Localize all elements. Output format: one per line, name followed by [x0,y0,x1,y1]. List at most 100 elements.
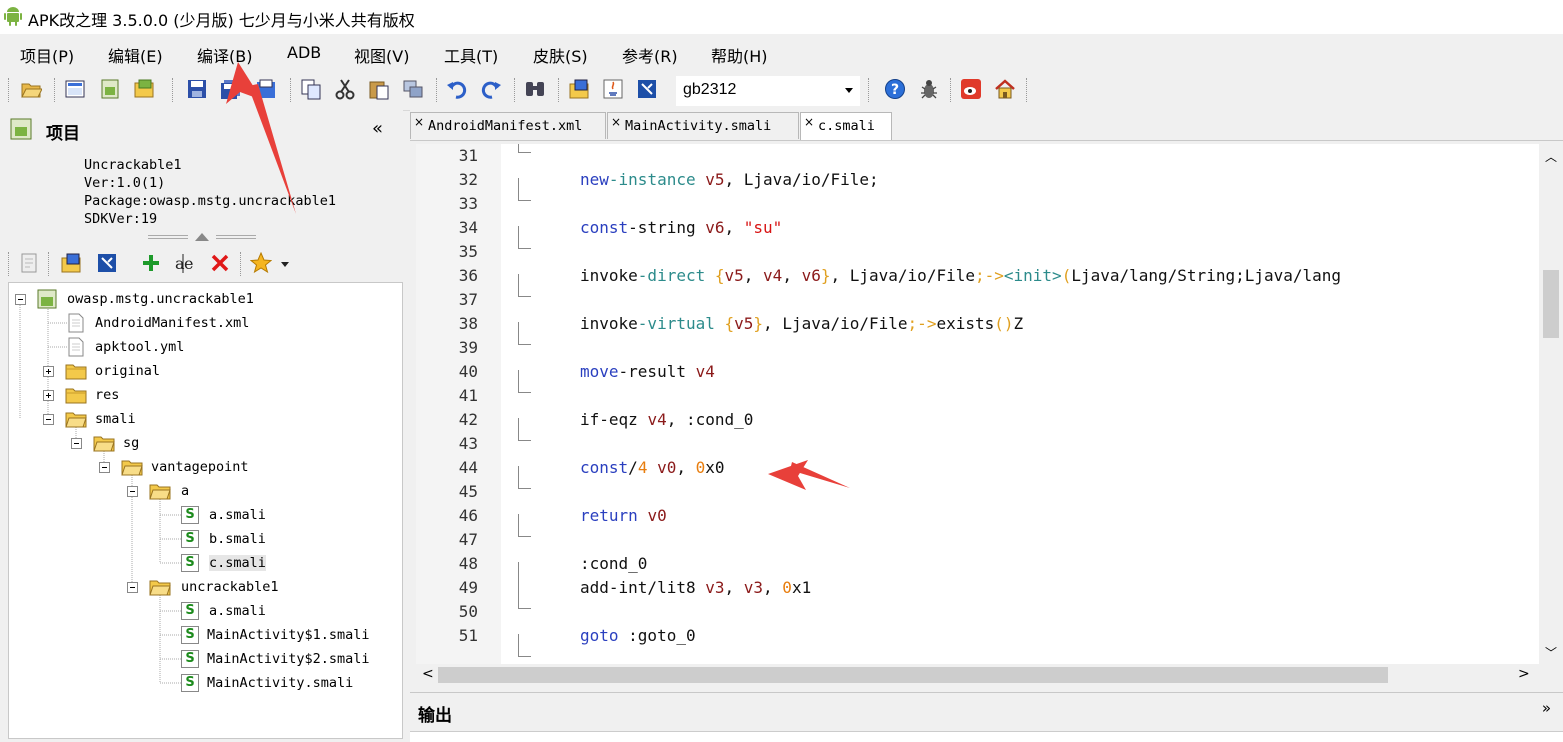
resource-icon[interactable] [64,78,86,100]
line-number: 39 [458,338,478,357]
tree-node-folder[interactable]: a [9,480,399,502]
close-icon[interactable]: × [611,115,621,129]
replace-icon[interactable] [402,78,424,100]
delete-icon[interactable] [209,252,231,274]
rename-icon[interactable]: ae [174,252,196,274]
file-icon [68,337,84,357]
tree-node-smali[interactable]: S b.smali [9,528,399,550]
help-icon[interactable]: ? [884,78,906,100]
tree-node-file[interactable]: AndroidManifest.xml [9,312,399,334]
weibo-icon[interactable] [960,78,982,100]
code-text-area[interactable]: 31 32 33 34 35 36 37 38 39 40 41 42 43 44 45 46 47 48 49 50… [416,144,1539,664]
decompile-icon[interactable] [636,78,658,100]
scroll-up-icon[interactable]: ︿ [1545,148,1557,165]
menu-view[interactable]: 视图(V) [354,43,409,67]
tree-node-project[interactable]: owasp.mstg.uncrackable1 [9,288,399,310]
star-icon[interactable] [250,252,272,274]
window-title: APK改之理 3.5.0.0 (少月版) 七少月与小米人共有版权 [28,11,415,30]
toolbar-separator [868,78,869,102]
scrollbar-thumb[interactable] [1543,270,1559,338]
collapse-toggle-icon[interactable] [99,462,110,473]
scroll-down-icon[interactable]: ﹀ [1545,644,1557,661]
tab-c-smali[interactable]: × c.smali [800,112,892,140]
new-file-icon[interactable] [60,252,82,274]
collapse-panel-button[interactable]: « [372,118,383,139]
tree-node-smali[interactable]: S MainActivity$2.smali [9,648,399,670]
undo-icon[interactable] [446,78,468,100]
copy-icon[interactable] [300,78,322,100]
add-icon[interactable] [140,252,162,274]
vertical-scrollbar[interactable]: ︿ ﹀ [1539,144,1563,664]
line-number: 35 [458,242,478,261]
smali-file-icon: S [181,554,199,572]
toolbar-grip [8,252,9,276]
collapse-toggle-icon[interactable] [43,414,54,425]
svg-text:e: e [184,254,193,273]
tree-node-folder[interactable]: sg [9,432,399,454]
export-icon[interactable] [255,78,277,100]
collapse-toggle-icon[interactable] [127,582,138,593]
menu-help[interactable]: 帮助(H) [711,43,768,67]
folder-open-icon [121,460,143,476]
line-number: 45 [458,482,478,501]
cut-icon[interactable] [334,78,356,100]
sign-apk-icon[interactable] [133,78,155,100]
tree-node-folder[interactable]: res [9,384,399,406]
tree-node-folder[interactable]: original [9,360,399,382]
code-line: :cond_0 [580,554,648,573]
decompile-icon[interactable] [96,252,118,274]
collapse-toggle-icon[interactable] [127,486,138,497]
horizontal-scrollbar[interactable]: < > [416,664,1539,686]
tab-mainactivity[interactable]: × MainActivity.smali [607,112,799,139]
menu-adb[interactable]: ADB [287,43,321,62]
tree-node-smali[interactable]: S MainActivity$1.smali [9,624,399,646]
expand-toggle-icon[interactable] [43,390,54,401]
tree-node-folder[interactable]: uncrackable1 [9,576,399,598]
save-all-icon[interactable] [220,78,242,100]
paste-icon[interactable] [368,78,390,100]
tree-node-smali-selected[interactable]: S c.smali [9,552,399,574]
scrollbar-thumb[interactable] [438,667,1388,683]
expand-toggle-icon[interactable] [43,366,54,377]
close-icon[interactable]: × [414,115,424,129]
scroll-right-icon[interactable]: > [1518,666,1530,682]
find-icon[interactable] [524,78,546,100]
expand-panel-icon[interactable]: » [1542,699,1551,717]
menu-skin[interactable]: 皮肤(S) [533,43,588,67]
tree-node-smali[interactable]: S a.smali [9,504,399,526]
collapse-toggle-icon[interactable] [71,438,82,449]
line-number: 33 [458,194,478,213]
menu-project[interactable]: 项目(P) [20,43,74,67]
encoding-select[interactable]: gb2312 [676,76,860,106]
tree-node-folder[interactable]: vantagepoint [9,456,399,478]
menu-edit[interactable]: 编辑(E) [108,43,163,67]
menu-tools[interactable]: 工具(T) [444,43,498,67]
home-icon[interactable] [994,78,1016,100]
fold-marker [518,514,531,537]
tab-androidmanifest[interactable]: × AndroidManifest.xml [410,112,606,139]
menu-compile[interactable]: 编译(B) [197,43,252,67]
close-icon[interactable]: × [804,115,814,129]
project-name: Uncrackable1 [84,157,182,173]
chevron-down-icon[interactable] [280,252,290,274]
collapse-toggle-icon[interactable] [15,294,26,305]
scroll-left-icon[interactable]: < [422,666,434,682]
line-number: 38 [458,314,478,333]
bug-icon[interactable] [918,78,940,100]
toolbar-separator [558,78,559,102]
splitter-grip[interactable] [148,232,256,242]
fold-marker [518,562,531,609]
java-icon[interactable] [602,78,624,100]
smali-icon[interactable] [568,78,590,100]
open-folder-icon[interactable] [20,78,42,100]
android-build-icon[interactable] [99,78,121,100]
tree-node-smali[interactable]: S MainActivity.smali [9,672,399,694]
tree-node-smali[interactable]: S a.smali [9,600,399,622]
tree-node-file[interactable]: apktool.yml [9,336,399,358]
tree-node-folder[interactable]: smali [9,408,399,430]
save-icon[interactable] [186,78,208,100]
properties-icon[interactable] [18,252,40,274]
redo-icon[interactable] [480,78,502,100]
menu-reference[interactable]: 参考(R) [622,43,678,67]
code-line: new-instance v5, Ljava/io/File; [580,170,879,189]
